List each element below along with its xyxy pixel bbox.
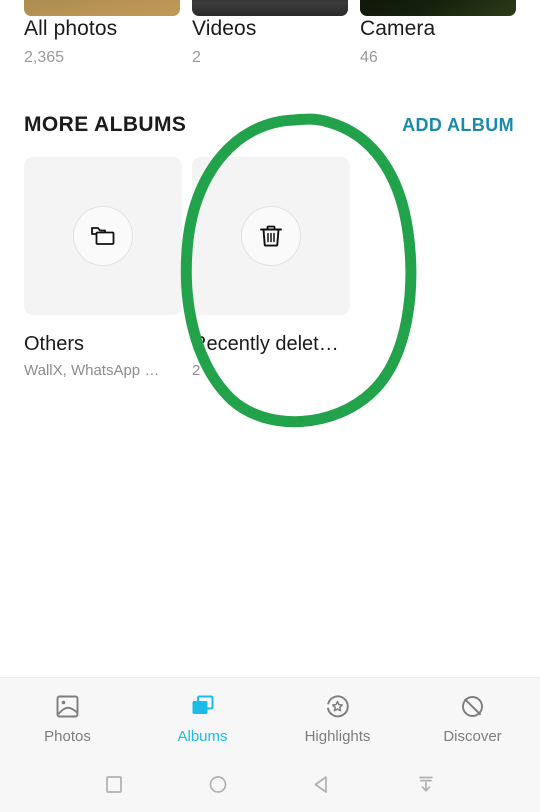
video-thumbnail[interactable] <box>192 0 348 16</box>
album-title: All photos <box>24 17 118 40</box>
recents-button[interactable] <box>62 772 166 796</box>
album-item-others[interactable]: Others WallX, WhatsApp … <box>24 157 182 380</box>
album-count: 46 <box>360 49 378 66</box>
more-albums-header: MORE ALBUMS ADD ALBUM <box>0 110 540 146</box>
album-count: 2,365 <box>24 49 65 66</box>
album-videos[interactable]: Videos 2 <box>192 16 352 68</box>
square-icon <box>106 775 122 793</box>
triangle-left-icon <box>314 775 327 793</box>
album-thumbnail-strip <box>0 0 540 16</box>
album-title: Videos <box>192 17 257 40</box>
more-albums-grid: Others WallX, WhatsApp … Recently delet…… <box>0 157 540 387</box>
album-all-photos[interactable]: All photos 2,365 <box>24 16 184 68</box>
icon-ring <box>241 206 301 266</box>
nav-label: Highlights <box>304 728 371 745</box>
discover-globe-icon <box>459 691 486 721</box>
albums-stack-icon <box>189 691 216 721</box>
circle-icon <box>209 775 227 793</box>
icon-ring <box>73 206 133 266</box>
album-thumbnail-tile[interactable] <box>24 157 182 315</box>
home-button[interactable] <box>166 772 270 796</box>
system-navigation-bar <box>0 755 540 812</box>
album-thumbnail-tile[interactable] <box>192 157 350 315</box>
trash-icon <box>260 225 282 247</box>
album-name: Others <box>24 333 85 355</box>
photo-thumbnail[interactable] <box>24 0 180 16</box>
nav-item-albums[interactable]: Albums <box>135 678 270 755</box>
photo-icon <box>54 691 81 721</box>
album-camera[interactable]: Camera 46 <box>360 16 520 68</box>
nav-label: Albums <box>177 728 228 745</box>
nav-label: Photos <box>44 728 91 745</box>
nav-item-discover[interactable]: Discover <box>405 678 540 755</box>
album-name: Recently delet… <box>192 333 339 355</box>
album-subtitle: 2 <box>192 362 201 379</box>
album-subtitle: WallX, WhatsApp … <box>24 362 160 379</box>
section-title: MORE ALBUMS <box>24 113 187 136</box>
folders-icon <box>91 227 115 245</box>
back-button[interactable] <box>270 772 374 796</box>
album-item-recently-deleted[interactable]: Recently delet… 2 <box>192 157 350 380</box>
top-album-row: All photos 2,365 Videos 2 Camera 46 <box>0 16 540 94</box>
bottom-navigation-bar: Photos Albums Highlights Discover <box>0 677 540 755</box>
nav-label: Discover <box>443 728 502 745</box>
album-count: 2 <box>192 49 201 66</box>
highlights-star-icon <box>324 691 351 721</box>
camera-thumbnail[interactable] <box>360 0 516 16</box>
add-album-button[interactable]: ADD ALBUM <box>402 115 514 136</box>
arrow-down-bar-icon <box>419 776 433 792</box>
nav-item-highlights[interactable]: Highlights <box>270 678 405 755</box>
nav-item-photos[interactable]: Photos <box>0 678 135 755</box>
album-title: Camera <box>360 17 436 40</box>
hide-navbar-button[interactable] <box>374 772 478 796</box>
